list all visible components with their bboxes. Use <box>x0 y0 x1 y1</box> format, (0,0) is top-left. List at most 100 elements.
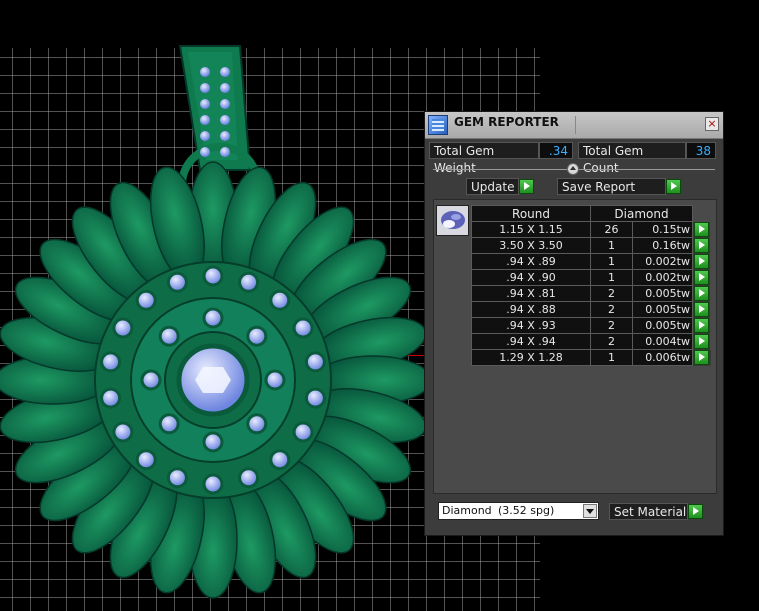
bail-stone <box>220 115 230 125</box>
row-action-cell <box>692 285 711 302</box>
gem-reporter-panel: GEM REPORTER × Total Gem Weight .34 Tota… <box>424 111 724 536</box>
row-action-cell <box>692 317 711 334</box>
row-play-icon[interactable] <box>694 302 709 317</box>
gem-size-cell: .94 X .81 <box>471 285 591 302</box>
row-action-cell <box>692 253 711 270</box>
side-stone <box>112 421 134 443</box>
side-stone <box>135 449 157 471</box>
side-stone <box>246 413 268 435</box>
save-report-play-icon[interactable] <box>666 179 681 194</box>
side-stone <box>202 265 224 287</box>
column-header-material: Diamond <box>590 205 693 222</box>
gem-reporter-icon <box>428 115 448 135</box>
gem-quantity-cell: 1 <box>590 269 633 286</box>
gem-size-cell: 1.29 X 1.28 <box>471 349 591 366</box>
row-action-cell <box>692 269 711 286</box>
update-play-icon[interactable] <box>519 179 534 194</box>
update-button[interactable]: Update <box>466 178 519 195</box>
gem-size-cell: .94 X .94 <box>471 333 591 350</box>
table-row: .94 X .88 2 0.005tw <box>471 301 711 318</box>
row-action-cell <box>692 301 711 318</box>
row-play-icon[interactable] <box>694 334 709 349</box>
gem-size-cell: .94 X .89 <box>471 253 591 270</box>
row-action-cell <box>692 333 711 350</box>
update-label: Update <box>471 180 515 194</box>
side-stone <box>238 271 260 293</box>
close-icon[interactable]: × <box>705 117 719 131</box>
gem-weight-cell: 0.005tw <box>632 285 693 302</box>
total-gem-count-label: Total Gem Count <box>578 142 686 175</box>
row-play-icon[interactable] <box>694 350 709 365</box>
set-material-play-icon[interactable] <box>688 504 703 519</box>
side-stone <box>304 351 326 373</box>
gem-size-cell: .94 X .88 <box>471 301 591 318</box>
side-stone <box>140 369 162 391</box>
material-dropdown[interactable]: Diamond (3.52 spg) <box>438 502 599 520</box>
row-play-icon[interactable] <box>694 270 709 285</box>
gem-quantity-cell: 1 <box>590 237 633 254</box>
side-stone <box>202 307 224 329</box>
gem-weight-cell: 0.16tw <box>632 237 693 254</box>
bail-stone <box>220 99 230 109</box>
bail-stone <box>220 147 230 157</box>
gem-quantity-cell: 2 <box>590 285 633 302</box>
material-name: Diamond <box>442 504 492 517</box>
side-stone <box>202 431 224 453</box>
table-row: .94 X .94 2 0.004tw <box>471 333 711 350</box>
total-gem-weight-value: .34 <box>539 142 573 159</box>
row-play-icon[interactable] <box>694 318 709 333</box>
bail-stone <box>200 83 210 93</box>
bail-stone <box>200 131 210 141</box>
side-stone <box>292 317 314 339</box>
side-stone <box>269 289 291 311</box>
title-divider <box>575 116 576 134</box>
total-gem-count-value: 38 <box>686 142 716 159</box>
side-stone <box>112 317 134 339</box>
side-stone <box>166 467 188 489</box>
gem-size-cell: 1.15 X 1.15 <box>471 221 591 238</box>
row-play-icon[interactable] <box>694 286 709 301</box>
row-play-icon[interactable] <box>694 238 709 253</box>
row-action-cell <box>692 221 711 238</box>
gem-thumbnail-icon <box>436 205 469 236</box>
bail-stone <box>220 83 230 93</box>
gem-weight-cell: 0.005tw <box>632 317 693 334</box>
report-area: Round Diamond 1.15 X 1.15 26 0.15tw 3.50 X … <box>433 199 717 494</box>
bail-stone <box>200 115 210 125</box>
save-report-button[interactable]: Save Report <box>557 178 666 195</box>
gem-weight-cell: 0.002tw <box>632 269 693 286</box>
gem-quantity-cell: 2 <box>590 301 633 318</box>
table-row: .94 X .89 1 0.002tw <box>471 253 711 270</box>
row-action-cell <box>692 349 711 366</box>
total-gem-weight-label: Total Gem Weight <box>429 142 539 175</box>
table-row: 1.29 X 1.28 1 0.006tw <box>471 349 711 366</box>
side-stone <box>158 413 180 435</box>
gem-quantity-cell: 2 <box>590 333 633 350</box>
side-stone <box>158 325 180 347</box>
table-row: .94 X .90 1 0.002tw <box>471 269 711 286</box>
table-row: 1.15 X 1.15 26 0.15tw <box>471 221 711 238</box>
gem-quantity-cell: 1 <box>590 349 633 366</box>
panel-title: GEM REPORTER <box>454 115 559 129</box>
collapse-toggle-icon[interactable] <box>567 163 579 175</box>
gem-size-cell: 3.50 X 3.50 <box>471 237 591 254</box>
row-play-icon[interactable] <box>694 254 709 269</box>
side-stone <box>246 325 268 347</box>
bail-stone <box>200 147 210 157</box>
material-specific-gravity: (3.52 spg) <box>498 504 555 517</box>
table-row: .94 X .81 2 0.005tw <box>471 285 711 302</box>
bail-stone <box>200 99 210 109</box>
title-bar[interactable]: GEM REPORTER × <box>425 112 723 139</box>
gem-weight-cell: 0.002tw <box>632 253 693 270</box>
chevron-down-icon[interactable] <box>583 504 597 518</box>
row-action-cell <box>692 237 711 254</box>
side-stone <box>269 449 291 471</box>
gem-size-cell: .94 X .90 <box>471 269 591 286</box>
column-header-shape: Round <box>471 205 591 222</box>
gem-quantity-cell: 2 <box>590 317 633 334</box>
set-material-button[interactable]: Set Material <box>609 503 688 520</box>
side-stone <box>166 271 188 293</box>
bail-stone <box>220 131 230 141</box>
row-play-icon[interactable] <box>694 222 709 237</box>
gem-table: Round Diamond 1.15 X 1.15 26 0.15tw 3.50 X … <box>471 205 711 366</box>
